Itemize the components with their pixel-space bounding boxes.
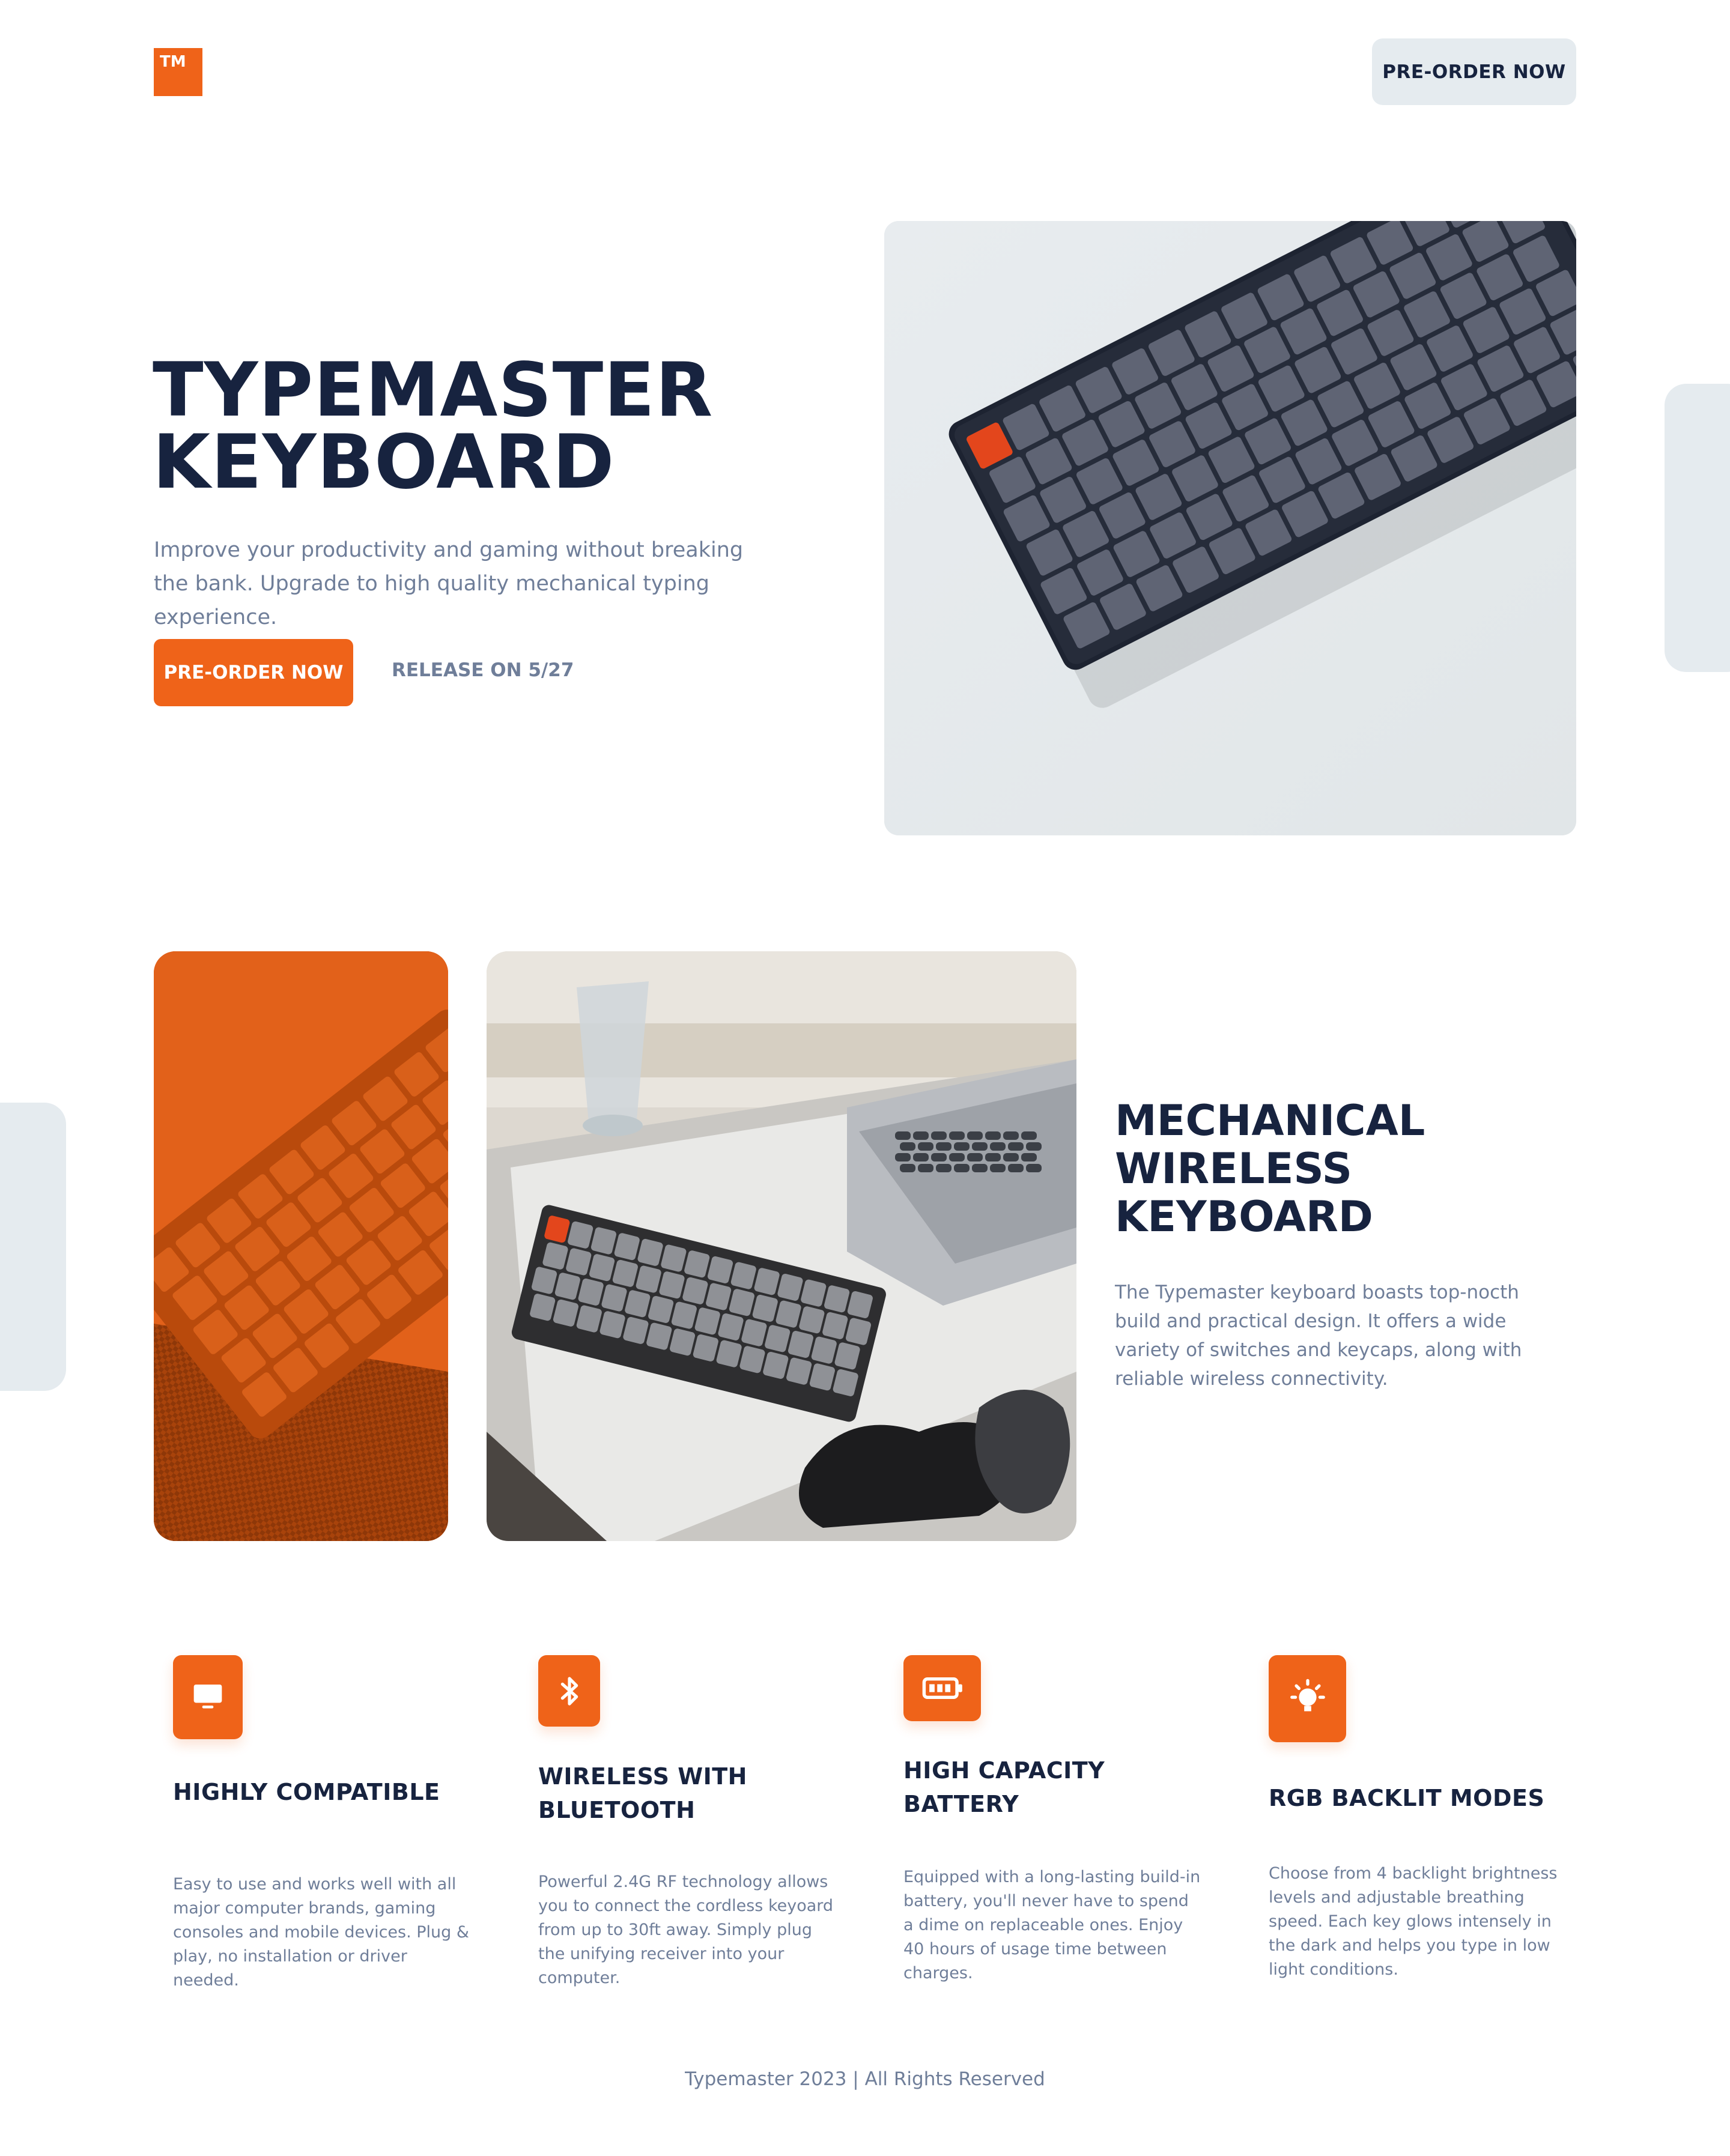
feature-card: WIRELESS WITH BLUETOOTH Powerful 2.4G RF… <box>538 1655 851 1991</box>
keycap <box>1021 1131 1037 1140</box>
battery-icon <box>903 1655 981 1721</box>
keycap <box>949 1131 965 1140</box>
feature-card: HIGHLY COMPATIBLE Easy to use and works … <box>173 1655 485 1990</box>
section-title-line-1: MECHANICAL <box>1115 1096 1425 1145</box>
hero-keyboard-image <box>884 221 1576 835</box>
keycap <box>985 1153 1001 1161</box>
section-title: MECHANICAL WIRELESS KEYBOARD <box>1115 1097 1535 1241</box>
feature-title: RGB BACKLIT MODES <box>1269 1785 1545 1811</box>
keycap <box>985 1131 1001 1140</box>
keycap <box>900 1142 915 1151</box>
logo[interactable]: TM <box>154 48 202 96</box>
keycap <box>931 1131 947 1140</box>
hero-title: TYPEMASTER KEYBOARD <box>153 347 813 506</box>
keycap <box>918 1142 933 1151</box>
desk-setup-illustration <box>487 951 1076 1541</box>
desk-setup-image <box>487 951 1076 1541</box>
lightbulb-icon <box>1269 1655 1346 1742</box>
keycap <box>913 1153 929 1161</box>
hero-title-line-1: TYPEMASTER <box>153 347 714 434</box>
keyboard-illustration <box>884 221 1576 835</box>
keycap <box>954 1164 970 1172</box>
footer-text: Typemaster 2023 | All Rights Reserved <box>685 2068 1045 2090</box>
keycap <box>900 1164 915 1172</box>
hero-preorder-button[interactable]: PRE-ORDER NOW <box>154 639 353 706</box>
keycap <box>990 1142 1006 1151</box>
section-title-line-3: KEYBOARD <box>1115 1192 1373 1241</box>
release-date-text: RELEASE ON 5/27 <box>392 659 574 681</box>
feature-title: WIRELESS WITH BLUETOOTH <box>538 1763 747 1823</box>
keycap <box>895 1153 911 1161</box>
header-preorder-button[interactable]: PRE-ORDER NOW <box>1372 38 1576 105</box>
keycap <box>918 1164 933 1172</box>
feature-title: HIGH CAPACITY BATTERY <box>903 1757 1105 1817</box>
keycap <box>990 1164 1006 1172</box>
feature-text: Choose from 4 backlight brightness level… <box>1269 1864 1558 1979</box>
feature-text: Equipped with a long-lasting build-in ba… <box>903 1868 1201 1982</box>
keycap <box>972 1164 988 1172</box>
decorative-panel-left <box>0 1103 66 1391</box>
feature-card: HIGH CAPACITY BATTERY Equipped with a lo… <box>903 1655 1216 1991</box>
keycap <box>936 1142 952 1151</box>
decorative-panel-right <box>1665 384 1730 672</box>
keycap <box>913 1131 929 1140</box>
keycap <box>972 1142 988 1151</box>
keycap <box>1021 1153 1037 1161</box>
keycap <box>936 1164 952 1172</box>
orange-keyboard-illustration <box>154 951 448 1541</box>
feature-card: RGB BACKLIT MODES Choose from 4 backligh… <box>1269 1655 1581 1991</box>
keycap <box>1008 1142 1024 1151</box>
keycap <box>1008 1164 1024 1172</box>
keycap <box>967 1153 983 1161</box>
keycap <box>949 1153 965 1161</box>
keycap <box>1003 1131 1019 1140</box>
feature-text: Easy to use and works well with all majo… <box>173 1875 469 1990</box>
keycap <box>1026 1142 1042 1151</box>
keycap <box>1026 1164 1042 1172</box>
section-description: The Typemaster keyboard boasts top-nocth… <box>1115 1282 1522 1390</box>
hero-subtitle: Improve your productivity and gaming wit… <box>154 538 744 629</box>
bluetooth-icon <box>538 1655 600 1727</box>
monitor-icon <box>173 1655 243 1739</box>
feature-title: HIGHLY COMPATIBLE <box>173 1779 440 1805</box>
feature-text: Powerful 2.4G RF technology allows you t… <box>538 1873 834 1987</box>
keycap <box>895 1131 911 1140</box>
section-title-line-2: WIRELESS <box>1115 1144 1353 1193</box>
hero-title-line-2: KEYBOARD <box>153 419 615 506</box>
orange-keyboard-image <box>154 951 448 1541</box>
keycap <box>931 1153 947 1161</box>
keycap <box>954 1142 970 1151</box>
logo-text: TM <box>160 53 186 71</box>
keycap <box>1003 1153 1019 1161</box>
keycap <box>967 1131 983 1140</box>
